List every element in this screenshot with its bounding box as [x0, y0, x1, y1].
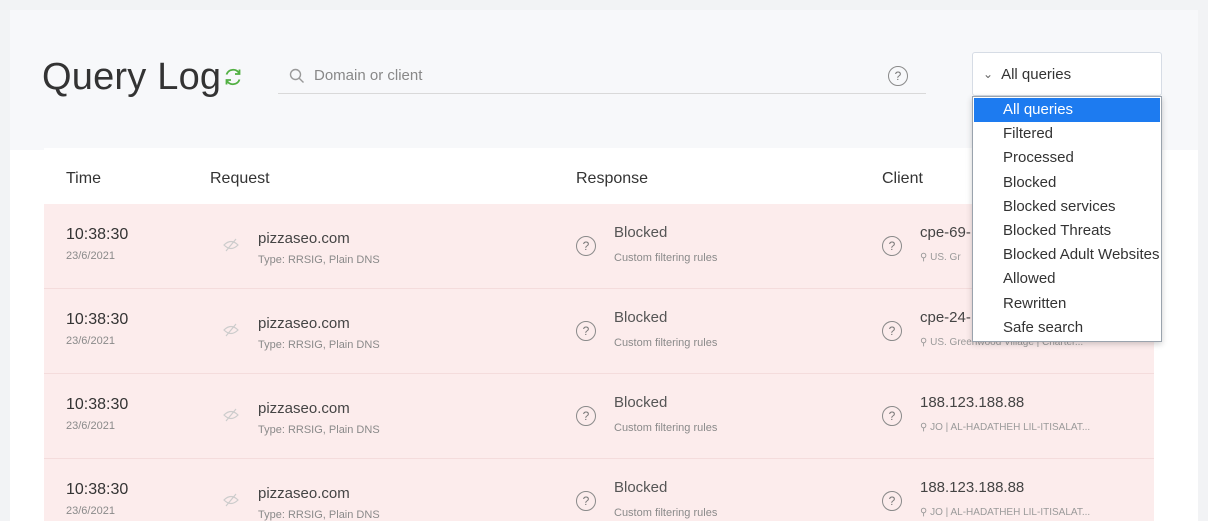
- row-time: 10:38:30: [66, 396, 129, 413]
- column-header-response[interactable]: Response: [576, 170, 648, 188]
- row-client: cpe-24-: [920, 309, 971, 326]
- row-time: 10:38:30: [66, 226, 129, 243]
- row-date: 23/6/2021: [66, 420, 115, 432]
- row-domain: pizzaseo.com: [258, 485, 350, 502]
- row-rule: Custom filtering rules: [614, 337, 718, 349]
- row-type: Type: RRSIG, Plain DNS: [258, 424, 380, 436]
- row-type: Type: RRSIG, Plain DNS: [258, 254, 380, 266]
- row-client-info: ⚲ JO | AL-HADATHEH LIL-ITISALAT...: [920, 422, 1090, 433]
- query-log-page: Query Log ? ⌄ All queries Time Request R…: [10, 10, 1198, 521]
- help-icon[interactable]: ?: [882, 406, 902, 426]
- row-client: cpe-69-: [920, 224, 971, 241]
- eye-off-icon[interactable]: [222, 236, 240, 254]
- row-date: 23/6/2021: [66, 250, 115, 262]
- row-type: Type: RRSIG, Plain DNS: [258, 509, 380, 521]
- row-status: Blocked: [614, 479, 668, 496]
- table-row[interactable]: 10:38:30 23/6/2021 pizzaseo.com Type: RR…: [44, 459, 1154, 521]
- filter-option-processed[interactable]: Processed: [973, 146, 1161, 170]
- search-input[interactable]: [314, 67, 714, 84]
- row-domain: pizzaseo.com: [258, 400, 350, 417]
- row-time: 10:38:30: [66, 481, 129, 498]
- row-status: Blocked: [614, 224, 668, 241]
- row-date: 23/6/2021: [66, 335, 115, 347]
- row-domain: pizzaseo.com: [258, 230, 350, 247]
- location-icon: ⚲: [920, 337, 931, 348]
- location-icon: ⚲: [920, 252, 931, 263]
- page-title: Query Log: [42, 56, 222, 98]
- column-header-request[interactable]: Request: [210, 170, 270, 188]
- filter-option-blocked-adult-websites[interactable]: Blocked Adult Websites: [973, 243, 1161, 267]
- filter-option-all-queries[interactable]: All queries: [974, 98, 1160, 123]
- row-client: 188.123.188.88: [920, 394, 1025, 411]
- client-info-text: US. Gr: [930, 252, 961, 263]
- location-icon: ⚲: [920, 507, 931, 518]
- row-status: Blocked: [614, 394, 668, 411]
- row-client-info: ⚲ US. Gr: [920, 252, 961, 263]
- filter-option-blocked[interactable]: Blocked: [973, 171, 1161, 195]
- location-icon: ⚲: [920, 422, 931, 433]
- row-status: Blocked: [614, 309, 668, 326]
- filter-dropdown-menu: All queries Filtered Processed Blocked B…: [972, 96, 1162, 342]
- filter-option-blocked-threats[interactable]: Blocked Threats: [973, 219, 1161, 243]
- help-icon[interactable]: ?: [888, 66, 908, 86]
- filter-selected-label: All queries: [1001, 65, 1072, 83]
- filter-option-rewritten[interactable]: Rewritten: [973, 292, 1161, 316]
- eye-off-icon[interactable]: [222, 321, 240, 339]
- client-info-text: JO | AL-HADATHEH LIL-ITISALAT...: [930, 422, 1091, 433]
- row-type: Type: RRSIG, Plain DNS: [258, 339, 380, 351]
- filter-option-blocked-services[interactable]: Blocked services: [973, 195, 1161, 219]
- filter-option-safe-search[interactable]: Safe search: [973, 316, 1161, 340]
- help-icon[interactable]: ?: [882, 236, 902, 256]
- row-client: 188.123.188.88: [920, 479, 1025, 496]
- filter-option-filtered[interactable]: Filtered: [973, 122, 1161, 146]
- row-rule: Custom filtering rules: [614, 252, 718, 264]
- help-icon[interactable]: ?: [576, 406, 596, 426]
- help-icon[interactable]: ?: [882, 321, 902, 341]
- chevron-down-icon: ⌄: [983, 67, 994, 81]
- client-info-text: JO | AL-HADATHEH LIL-ITISALAT...: [930, 507, 1091, 518]
- row-date: 23/6/2021: [66, 505, 115, 517]
- column-header-time[interactable]: Time: [66, 170, 101, 188]
- help-icon[interactable]: ?: [576, 321, 596, 341]
- row-client-info: ⚲ JO | AL-HADATHEH LIL-ITISALAT...: [920, 507, 1090, 518]
- eye-off-icon[interactable]: [222, 406, 240, 424]
- row-time: 10:38:30: [66, 311, 129, 328]
- column-header-client[interactable]: Client: [882, 170, 923, 188]
- search-icon: [289, 68, 304, 83]
- eye-off-icon[interactable]: [222, 491, 240, 509]
- filter-option-allowed[interactable]: Allowed: [973, 267, 1161, 291]
- search-box: [278, 58, 926, 94]
- help-icon[interactable]: ?: [576, 236, 596, 256]
- help-icon[interactable]: ?: [882, 491, 902, 511]
- help-icon[interactable]: ?: [576, 491, 596, 511]
- query-filter-select[interactable]: ⌄ All queries: [972, 52, 1162, 96]
- table-row[interactable]: 10:38:30 23/6/2021 pizzaseo.com Type: RR…: [44, 374, 1154, 459]
- row-rule: Custom filtering rules: [614, 507, 718, 519]
- row-domain: pizzaseo.com: [258, 315, 350, 332]
- row-rule: Custom filtering rules: [614, 422, 718, 434]
- refresh-icon[interactable]: [222, 66, 244, 88]
